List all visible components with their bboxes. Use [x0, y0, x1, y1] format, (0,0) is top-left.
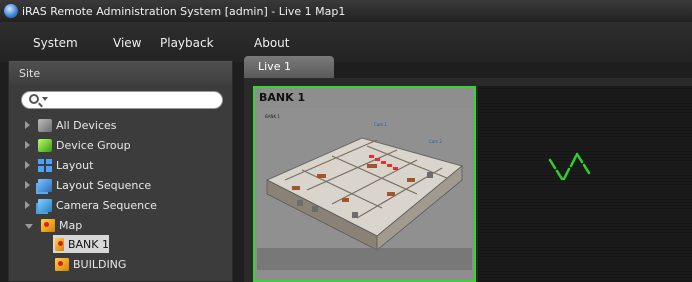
collapse-arrow-icon[interactable] [25, 223, 33, 229]
tree-item-bank-1[interactable]: BANK 1 [53, 235, 109, 253]
tree-item-label: Map [59, 218, 83, 232]
search-icon[interactable] [29, 94, 39, 104]
tree-item-label: BUILDING [73, 257, 127, 271]
tree-item-camera-sequence[interactable]: Camera Sequence [25, 196, 157, 214]
tree-item-label: Layout Sequence [56, 178, 152, 192]
layout-sequence-icon [38, 178, 52, 192]
floor-plan-image: BANK 1 Cam 1 Cam 2 [257, 108, 472, 270]
menu-bar: System View Playback About [0, 22, 692, 62]
chevron-down-icon[interactable] [42, 97, 48, 101]
map-panel-bank-1[interactable]: BANK 1 BANK 1 Cam 1 Cam 2 [253, 86, 476, 282]
site-panel: Site All Devices Device Group Layout Lay… [8, 60, 233, 282]
map-small-label: BANK 1 [265, 114, 280, 119]
tree-item-map[interactable]: Map [25, 216, 82, 234]
map-icon [41, 218, 55, 232]
app-icon [4, 4, 18, 18]
window-title: iRAS Remote Administration System [admin… [22, 4, 346, 18]
tree-item-label: Device Group [56, 138, 131, 152]
floor-plan-map[interactable]: BANK 1 Cam 1 Cam 2 [257, 108, 472, 270]
search-input[interactable] [21, 91, 223, 109]
site-panel-header: Site [9, 61, 232, 85]
tree-item-layout-sequence[interactable]: Layout Sequence [25, 176, 151, 194]
tab-live-1[interactable]: Live 1 [244, 56, 334, 78]
map-icon [55, 237, 64, 251]
expand-arrow-icon[interactable] [25, 161, 30, 169]
map-icon [55, 257, 69, 271]
devices-icon [38, 118, 52, 132]
menu-system[interactable]: System [33, 36, 78, 50]
menu-playback[interactable]: Playback [160, 36, 214, 50]
camera-label-2: Cam 2 [429, 139, 442, 144]
device-group-icon [38, 138, 52, 152]
tree-item-label: Camera Sequence [56, 198, 157, 212]
video-panel[interactable] [478, 86, 692, 282]
expand-arrow-icon[interactable] [25, 201, 30, 209]
expand-arrow-icon[interactable] [25, 141, 30, 149]
tree-item-device-group[interactable]: Device Group [25, 136, 131, 154]
menu-about[interactable]: About [254, 36, 289, 50]
tree-item-label: Layout [56, 158, 94, 172]
menu-view[interactable]: View [113, 36, 141, 50]
tree-item-label: BANK 1 [67, 237, 109, 251]
loading-icon [548, 152, 591, 181]
tree-item-label: All Devices [56, 118, 117, 132]
panel-title: BANK 1 [259, 91, 306, 104]
tree-item-all-devices[interactable]: All Devices [25, 116, 116, 134]
tree-item-building[interactable]: BUILDING [55, 255, 126, 273]
camera-label-1: Cam 1 [374, 122, 387, 127]
title-bar: iRAS Remote Administration System [admin… [0, 0, 692, 22]
expand-arrow-icon[interactable] [25, 181, 30, 189]
expand-arrow-icon[interactable] [25, 121, 30, 129]
camera-sequence-icon [38, 198, 52, 212]
layout-icon [38, 158, 52, 172]
tree-item-layout[interactable]: Layout [25, 156, 93, 174]
